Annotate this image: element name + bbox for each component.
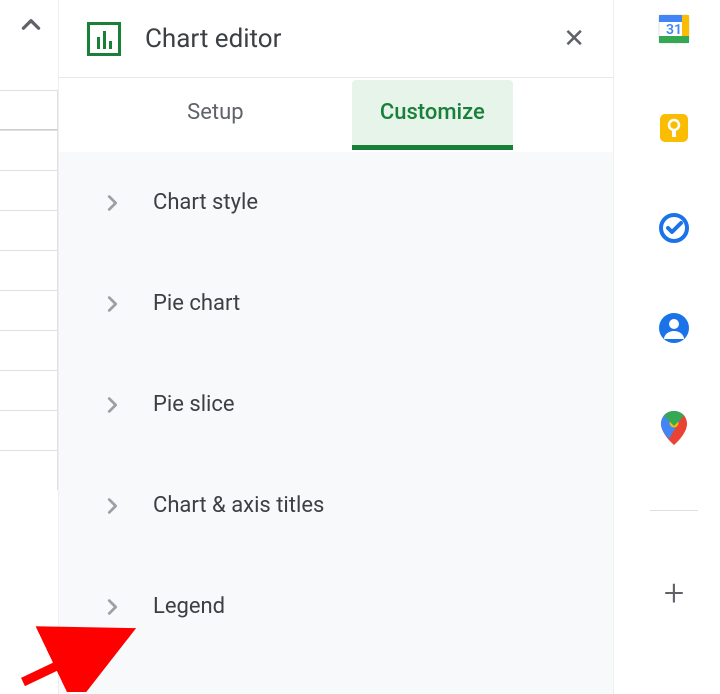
section-pie-chart-label: Pie chart xyxy=(153,291,240,316)
chart-editor-panel: Chart editor ✕ Setup Customize Chart sty… xyxy=(58,0,614,694)
svg-text:31: 31 xyxy=(666,22,682,38)
tab-setup[interactable]: Setup xyxy=(159,80,271,150)
section-chart-style[interactable]: Chart style xyxy=(59,152,613,253)
section-pie-slice-label: Pie slice xyxy=(153,392,235,417)
tabs-bar: Setup Customize xyxy=(59,78,613,152)
section-chart-axis-titles[interactable]: Chart & axis titles xyxy=(59,455,613,556)
keep-icon[interactable] xyxy=(656,110,692,146)
panel-header: Chart editor ✕ xyxy=(59,0,613,78)
panel-title: Chart editor xyxy=(145,24,563,54)
section-legend[interactable]: Legend xyxy=(59,556,613,657)
chart-icon xyxy=(87,22,121,56)
spreadsheet-edge xyxy=(0,90,58,530)
contacts-icon[interactable] xyxy=(656,310,692,346)
add-addon-button[interactable]: + xyxy=(664,575,684,611)
section-pie-slice[interactable]: Pie slice xyxy=(59,354,613,455)
section-pie-chart[interactable]: Pie chart xyxy=(59,253,613,354)
maps-icon[interactable] xyxy=(656,410,692,446)
tab-customize[interactable]: Customize xyxy=(352,80,513,150)
section-chart-style-label: Chart style xyxy=(153,190,258,215)
calendar-icon[interactable]: 31 xyxy=(656,10,692,46)
section-chart-axis-titles-label: Chart & axis titles xyxy=(153,493,324,518)
chevron-right-icon xyxy=(101,394,123,416)
close-icon[interactable]: ✕ xyxy=(563,26,585,52)
chevron-right-icon xyxy=(101,293,123,315)
section-legend-label: Legend xyxy=(153,594,225,619)
chevron-right-icon xyxy=(101,495,123,517)
side-panel-rail: 31 + xyxy=(628,0,720,694)
rail-divider xyxy=(650,510,698,511)
tasks-icon[interactable] xyxy=(656,210,692,246)
chevron-right-icon xyxy=(101,596,123,618)
collapse-arrow-icon[interactable] xyxy=(18,12,44,42)
chevron-right-icon xyxy=(101,192,123,214)
customize-sections: Chart style Pie chart Pie slice Chart & … xyxy=(59,152,613,694)
